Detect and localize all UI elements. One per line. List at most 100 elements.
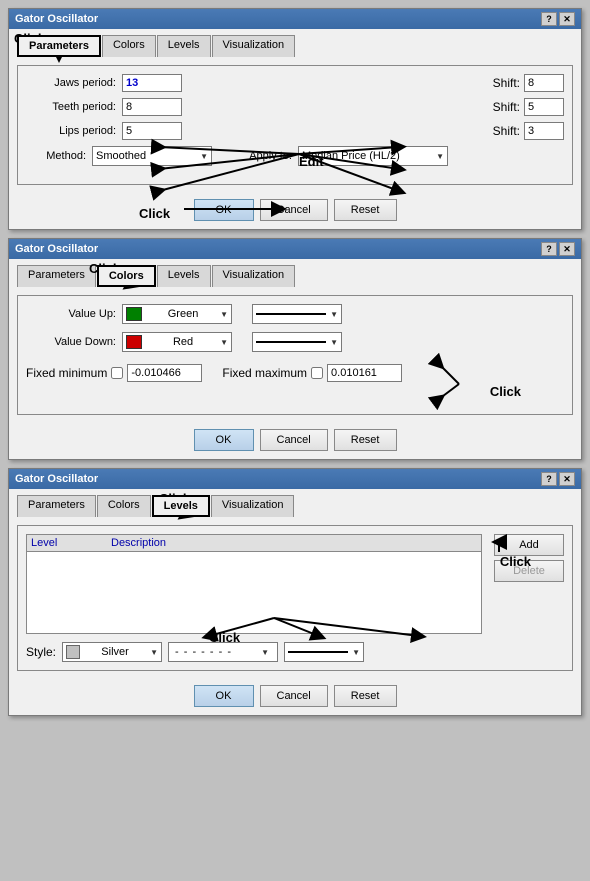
value-down-line-select[interactable]: ▼: [252, 332, 342, 352]
tab-colors-3[interactable]: Colors: [97, 495, 151, 517]
ok-button-3[interactable]: OK: [194, 685, 254, 707]
help-btn-3[interactable]: ?: [541, 472, 557, 486]
lips-label: Lips period:: [26, 125, 116, 137]
buttons-row-1: OK Cancel Reset: [17, 193, 573, 221]
dialog-content-1: Parameters Colors Levels Visualization C…: [9, 29, 581, 229]
titlebar-buttons-1: ? ✕: [541, 12, 575, 26]
fixed-row: Fixed minimum Fixed maximum: [26, 364, 564, 382]
ok-button-1[interactable]: OK: [194, 199, 254, 221]
value-down-arrow: ▼: [220, 338, 228, 347]
style-color-swatch: [66, 645, 80, 659]
add-button-3[interactable]: Add: [494, 534, 564, 556]
style-line-select[interactable]: - - - - - - - ▼: [168, 642, 278, 662]
fixed-min-input[interactable]: [127, 364, 202, 382]
help-btn-1[interactable]: ?: [541, 12, 557, 26]
apply-select[interactable]: Median Price (HL/2) ▼: [298, 146, 448, 166]
tab-levels-1[interactable]: Levels: [157, 35, 211, 57]
tab-parameters-3[interactable]: Parameters: [17, 495, 96, 517]
value-up-color: Green: [168, 308, 199, 320]
value-up-label: Value Up:: [26, 308, 116, 320]
lips-input[interactable]: [122, 122, 182, 140]
fixed-min-label: Fixed minimum: [26, 366, 107, 380]
value-down-row: Value Down: Red ▼ ▼: [26, 332, 564, 352]
add-delete-buttons: Add Delete: [494, 534, 564, 634]
close-btn-1[interactable]: ✕: [559, 12, 575, 26]
levels-table-container: Level Description: [26, 534, 482, 634]
cancel-button-2[interactable]: Cancel: [260, 429, 328, 451]
dashed-line-display: - - - - - - -: [175, 646, 232, 658]
help-btn-2[interactable]: ?: [541, 242, 557, 256]
tab-colors-1[interactable]: Colors: [102, 35, 156, 57]
buttons-row-2: OK Cancel Reset: [17, 423, 573, 451]
fixed-max-group: Fixed maximum: [222, 364, 402, 382]
value-up-line: [256, 313, 326, 315]
jaws-shift-input[interactable]: [524, 74, 564, 92]
apply-label: Apply to:: [222, 150, 292, 162]
tab-panel-params: Jaws period: Shift: Teeth period: Shift:…: [17, 65, 573, 185]
style-color-name: Silver: [101, 646, 129, 658]
tab-visualization-2[interactable]: Visualization: [212, 265, 296, 287]
tab-panel-levels: Level Description Add Delete Click: [17, 525, 573, 671]
method-label: Method:: [26, 150, 86, 162]
tab-bar-2: Parameters Colors Levels Visualization: [17, 265, 573, 287]
reset-button-2[interactable]: Reset: [334, 429, 397, 451]
levels-table-header: Level Description: [27, 535, 481, 552]
method-row: Method: Smoothed ▼ Apply to: Median Pric…: [26, 146, 564, 166]
fixed-max-label: Fixed maximum: [222, 366, 307, 380]
levels-table: Level Description: [26, 534, 482, 634]
fixed-min-group: Fixed minimum: [26, 364, 202, 382]
ok-button-2[interactable]: OK: [194, 429, 254, 451]
value-down-line: [256, 341, 326, 343]
style-width-line: [288, 651, 348, 653]
dialog-content-2: Parameters Colors Levels Visualization C…: [9, 259, 581, 459]
cancel-button-3[interactable]: Cancel: [260, 685, 328, 707]
buttons-row-3: OK Cancel Reset: [17, 679, 573, 707]
dialog-parameters: Gator Oscillator ? ✕ Parameters Colors L…: [8, 8, 582, 230]
lips-shift-label: Shift:: [493, 124, 520, 138]
lips-shift-input[interactable]: [524, 122, 564, 140]
teeth-row: Teeth period: Shift:: [26, 98, 564, 116]
teeth-shift-input[interactable]: [524, 98, 564, 116]
fixed-min-checkbox[interactable]: [111, 367, 123, 379]
dialog-levels: Gator Oscillator ? ✕ Parameters Colors L…: [8, 468, 582, 716]
style-row: Style: Silver ▼ - - - - - - - ▼ ▼: [26, 642, 564, 662]
reset-button-3[interactable]: Reset: [334, 685, 397, 707]
value-up-select[interactable]: Green ▼: [122, 304, 232, 324]
click-line-annotation: Click: [490, 384, 521, 399]
col-level-header: Level: [31, 537, 111, 549]
tab-visualization-3[interactable]: Visualization: [211, 495, 295, 517]
close-btn-2[interactable]: ✕: [559, 242, 575, 256]
line-arrow-down: ▼: [330, 338, 338, 347]
value-down-select[interactable]: Red ▼: [122, 332, 232, 352]
titlebar-buttons-3: ? ✕: [541, 472, 575, 486]
tab-parameters-2[interactable]: Parameters: [17, 265, 96, 287]
style-color-arrow: ▼: [150, 648, 158, 657]
method-arrow: ▼: [200, 152, 208, 161]
method-select[interactable]: Smoothed ▼: [92, 146, 212, 166]
fixed-max-input[interactable]: [327, 364, 402, 382]
tab-visualization-1[interactable]: Visualization: [212, 35, 296, 57]
tab-levels-3[interactable]: Levels: [152, 495, 210, 517]
delete-button-3[interactable]: Delete: [494, 560, 564, 582]
tab-parameters-1[interactable]: Parameters: [17, 35, 101, 57]
titlebar-buttons-2: ? ✕: [541, 242, 575, 256]
tab-colors-2[interactable]: Colors: [97, 265, 156, 287]
close-btn-3[interactable]: ✕: [559, 472, 575, 486]
line-arrow-up: ▼: [330, 310, 338, 319]
style-color-select[interactable]: Silver ▼: [62, 642, 162, 662]
titlebar-2: Gator Oscillator ? ✕: [9, 239, 581, 259]
style-width-select[interactable]: ▼: [284, 642, 364, 662]
teeth-shift-label: Shift:: [493, 100, 520, 114]
title-2: Gator Oscillator: [15, 243, 98, 255]
value-up-row: Value Up: Green ▼ ▼: [26, 304, 564, 324]
tab-bar-1: Parameters Colors Levels Visualization: [17, 35, 573, 57]
cancel-button-1[interactable]: Cancel: [260, 199, 328, 221]
fixed-max-checkbox[interactable]: [311, 367, 323, 379]
teeth-input[interactable]: [122, 98, 182, 116]
jaws-input[interactable]: [122, 74, 182, 92]
reset-button-1[interactable]: Reset: [334, 199, 397, 221]
levels-table-body: [27, 552, 481, 632]
jaws-label: Jaws period:: [26, 77, 116, 89]
value-up-line-select[interactable]: ▼: [252, 304, 342, 324]
tab-levels-2[interactable]: Levels: [157, 265, 211, 287]
